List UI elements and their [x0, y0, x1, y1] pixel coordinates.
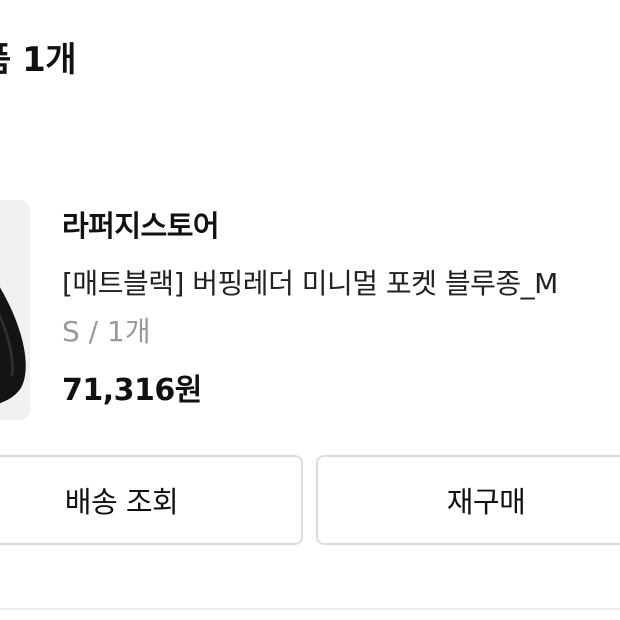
section-title: 품 1개 — [0, 40, 77, 80]
product-thumbnail[interactable] — [0, 200, 30, 420]
reorder-button[interactable]: 재구매 — [316, 455, 620, 545]
section-divider — [0, 608, 620, 610]
product-option: S / 1개 — [62, 315, 151, 348]
black-jacket-image — [0, 200, 30, 420]
product-price: 71,316원 — [62, 373, 202, 408]
store-name[interactable]: 라퍼지스토어 — [62, 206, 220, 246]
track-delivery-button[interactable]: 배송 조회 — [0, 455, 303, 545]
product-name[interactable]: [매트블랙] 버핑레더 미니멀 포켓 블루종_M — [62, 264, 558, 304]
order-detail-page: 품 1개 라퍼지스토어 [매트블랙] 버핑레더 미니멀 포켓 블루종_M S /… — [0, 0, 620, 620]
